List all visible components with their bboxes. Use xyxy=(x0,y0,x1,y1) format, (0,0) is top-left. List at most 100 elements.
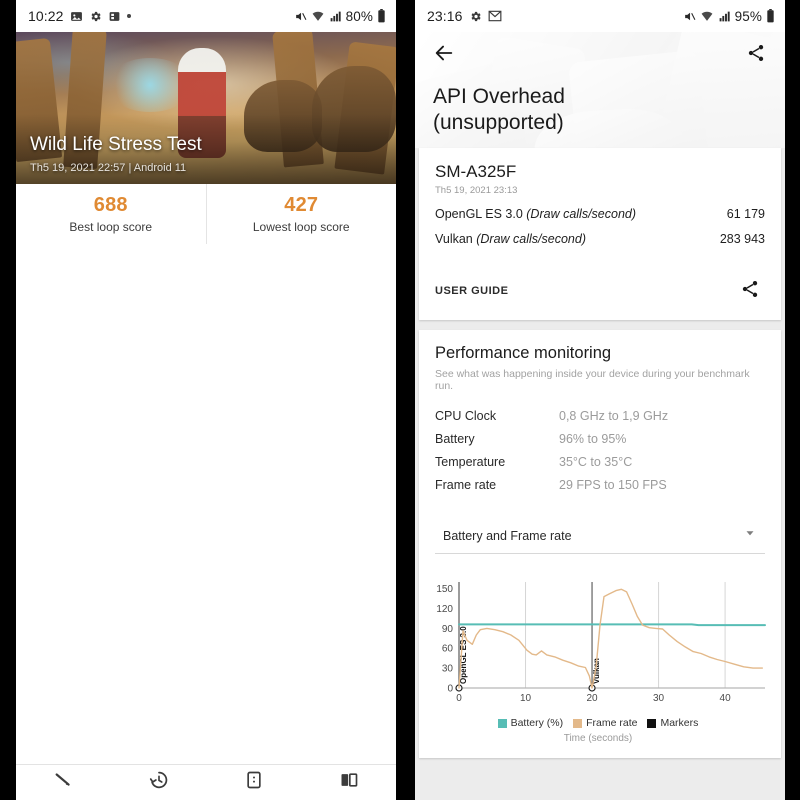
right-status-bar: 23:16 95% xyxy=(415,0,785,32)
lowest-loop-score-value: 427 xyxy=(284,194,319,216)
perf-row-temperature: Temperature 35°C to 35°C xyxy=(435,446,765,469)
wifi-icon xyxy=(311,10,325,23)
performance-title: Performance monitoring xyxy=(435,344,612,362)
mute-icon xyxy=(294,10,307,23)
best-loop-score-value: 688 xyxy=(93,194,128,216)
image-icon xyxy=(70,10,83,23)
perf-row-cpu-clock: CPU Clock 0,8 GHz to 1,9 GHz xyxy=(435,400,765,423)
page-title-line2: (unsupported) xyxy=(433,111,564,135)
benchmark-banner[interactable]: Wild Life Stress Test Th5 19, 2021 22:57… xyxy=(16,32,396,184)
bottom-navigation-bar xyxy=(16,764,396,800)
status-time: 23:16 xyxy=(427,8,463,24)
perf-value: 0,8 GHz to 1,9 GHz xyxy=(559,409,669,423)
perf-row-frame-rate: Frame rate 29 FPS to 150 FPS xyxy=(435,469,765,492)
performance-chart[interactable]: 0 30 60 90 120 150 0 10 20 30 40 OpenGL ES 3.0 Vulka… xyxy=(419,554,781,758)
benchmark-subtitle: Th5 19, 2021 22:57 | Android 11 xyxy=(30,162,187,174)
nav-history[interactable] xyxy=(111,769,206,796)
metric-unit: (Draw calls/second) xyxy=(526,207,637,221)
mute-icon xyxy=(683,10,696,23)
chart-x-axis-label: Time (seconds) xyxy=(563,733,633,744)
performance-subtitle: See what was happening inside your devic… xyxy=(435,368,750,392)
legend-swatch xyxy=(647,718,657,728)
result-card: SM-A325F Th5 19, 2021 23:13 OpenGL ES 3.… xyxy=(419,148,781,320)
gear-icon xyxy=(469,10,482,23)
left-status-bar: 10:22 80% xyxy=(16,0,396,32)
right-phone-screenshot: 23:16 95% API Overhead (unsupported) SM-… xyxy=(415,0,800,800)
status-time: 10:22 xyxy=(28,8,64,24)
legend-swatch xyxy=(573,718,583,728)
legend-item-frame-rate: Frame rate xyxy=(573,717,637,729)
battery-icon xyxy=(766,9,775,23)
perf-key: CPU Clock xyxy=(435,409,497,423)
perf-key: Battery xyxy=(435,432,475,446)
legend-label: Frame rate xyxy=(586,717,638,729)
dot-icon xyxy=(126,14,131,18)
share-icon xyxy=(746,43,766,68)
device-icon xyxy=(244,770,264,795)
screenshot-icon xyxy=(108,10,121,23)
back-arrow-icon xyxy=(433,42,455,69)
svg-text:90: 90 xyxy=(442,624,454,635)
right-screen: 23:16 95% API Overhead (unsupported) SM-… xyxy=(415,0,785,800)
lowest-loop-score-cell[interactable]: 427 Lowest loop score xyxy=(205,184,397,244)
svg-text:30: 30 xyxy=(442,664,454,675)
result-date: Th5 19, 2021 23:13 xyxy=(435,185,518,196)
page-body: SM-A325F Th5 19, 2021 23:13 OpenGL ES 3.… xyxy=(415,148,785,800)
metric-label: Vulkan xyxy=(435,232,477,246)
chart-canvas: 03060901201500 10 20 30 40OpenGL ES 3.0 Vulka… xyxy=(436,582,766,704)
dual-screenshot: 10:22 80% Wild Life Stress Test Th5 19, … xyxy=(0,0,800,800)
signal-icon xyxy=(329,10,342,23)
card-share-button[interactable] xyxy=(735,276,765,306)
mail-icon xyxy=(488,10,502,22)
chart-series-dropdown[interactable]: Battery and Frame rate xyxy=(435,520,765,554)
battery-level: 80% xyxy=(345,8,373,24)
svg-text:150: 150 xyxy=(436,584,453,595)
perf-key: Frame rate xyxy=(435,478,497,492)
nav-compare[interactable] xyxy=(301,770,396,795)
best-loop-score-label: Best loop score xyxy=(69,220,153,234)
header-toolbar xyxy=(415,32,785,78)
perf-value: 96% to 95% xyxy=(559,432,627,446)
chevron-down-icon xyxy=(743,526,757,545)
perf-key: Temperature xyxy=(435,455,506,469)
svg-text:40: 40 xyxy=(720,693,732,704)
signal-icon xyxy=(718,10,731,23)
dropdown-selected-value: Battery and Frame rate xyxy=(443,528,572,543)
result-card-actions: USER GUIDE xyxy=(419,260,781,320)
svg-text:20: 20 xyxy=(586,693,598,704)
compare-icon xyxy=(338,770,360,795)
page-title: API Overhead (unsupported) xyxy=(433,84,745,136)
metric-label: OpenGL ES 3.0 xyxy=(435,207,527,221)
nav-device[interactable] xyxy=(206,770,301,795)
device-name: SM-A325F xyxy=(435,162,517,181)
user-guide-button[interactable]: USER GUIDE xyxy=(435,285,508,297)
nav-benchmarks[interactable] xyxy=(16,769,111,796)
wifi-icon xyxy=(700,10,714,23)
benchmark-title: Wild Life Stress Test xyxy=(30,134,202,155)
battery-icon xyxy=(377,9,386,23)
metric-value: 283 943 xyxy=(719,232,765,246)
perf-value: 35°C to 35°C xyxy=(559,455,633,469)
left-phone-screenshot: 10:22 80% Wild Life Stress Test Th5 19, … xyxy=(0,0,415,800)
perf-row-battery: Battery 96% to 95% xyxy=(435,423,765,446)
legend-swatch xyxy=(497,718,507,728)
benchmark-icon xyxy=(53,769,75,796)
svg-text:10: 10 xyxy=(520,693,532,704)
best-loop-score-cell[interactable]: 688 Best loop score xyxy=(16,184,206,244)
legend-label: Markers xyxy=(660,717,699,729)
legend-label: Battery (%) xyxy=(510,717,564,729)
performance-monitoring-card: Performance monitoring See what was happ… xyxy=(419,330,781,758)
svg-text:60: 60 xyxy=(442,644,454,655)
left-screen: 10:22 80% Wild Life Stress Test Th5 19, … xyxy=(16,0,396,800)
gear-icon xyxy=(89,10,102,23)
back-button[interactable] xyxy=(429,40,459,70)
metric-row: OpenGL ES 3.0 (Draw calls/second) 61 179 xyxy=(435,196,765,221)
metric-value: 61 179 xyxy=(726,207,765,221)
metric-unit: (Draw calls/second) xyxy=(476,232,586,246)
lowest-loop-score-label: Lowest loop score xyxy=(252,220,350,234)
svg-text:0: 0 xyxy=(456,693,462,704)
share-button[interactable] xyxy=(741,40,771,70)
history-icon xyxy=(148,769,170,796)
chart-legend: Battery (%) Frame rate Markers xyxy=(425,717,771,729)
page-title-line1: API Overhead xyxy=(433,85,565,108)
